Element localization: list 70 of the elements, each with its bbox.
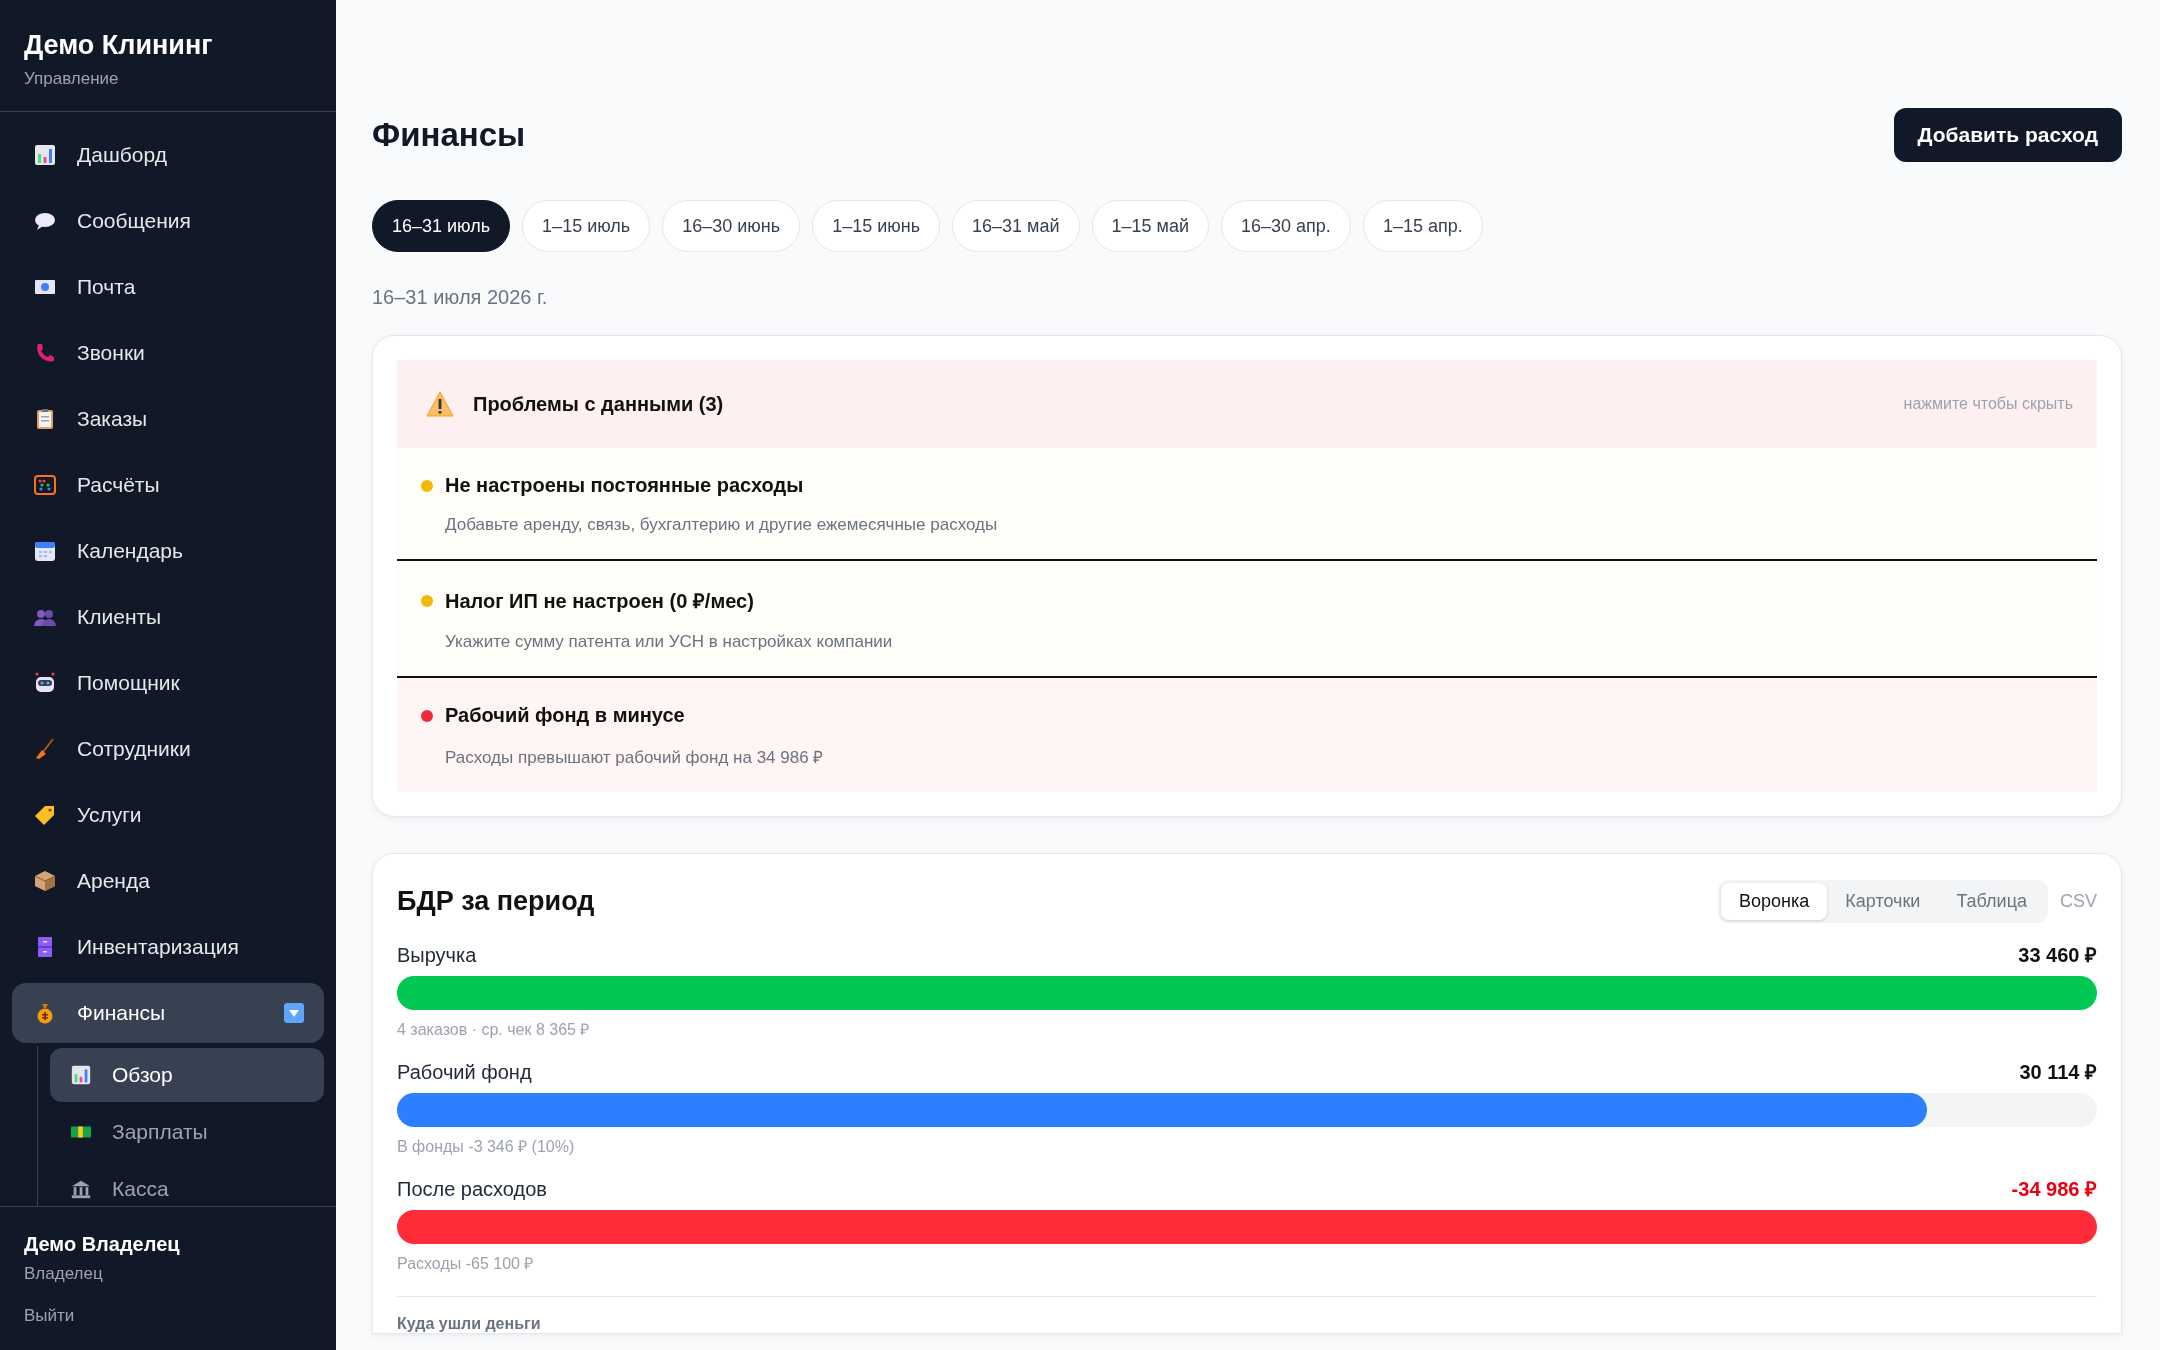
metric-label: Выручка xyxy=(397,944,477,967)
period-caption: 16–31 июля 2026 г. xyxy=(372,286,549,309)
sidebar-item[interactable]: Календарь xyxy=(12,518,324,584)
abacus-icon xyxy=(33,473,57,497)
metric-value: -34 986 ₽ xyxy=(2011,1177,2097,1202)
sidebar-item[interactable]: Заказы xyxy=(12,386,324,452)
status-dot xyxy=(421,709,433,722)
user-name: Демо Владелец xyxy=(24,1233,181,1256)
metric-note: 4 заказов · ср. чек 8 365 ₽ xyxy=(397,1020,591,1040)
issue-description: Укажите сумму патента или УСН в настройках компании xyxy=(445,632,894,652)
metric-note: Расходы -65 100 ₽ xyxy=(397,1254,535,1274)
page-title: Финансы xyxy=(372,116,526,154)
broom-icon xyxy=(33,737,57,761)
issues-title: Проблемы с данными (3) xyxy=(473,392,725,416)
issues-header[interactable]: Проблемы с данными (3) нажмите чтобы скрыть xyxy=(397,360,2097,448)
chart-icon xyxy=(33,143,57,167)
sidebar-item[interactable]: Звонки xyxy=(12,320,324,386)
period-tab[interactable]: 16–30 июнь xyxy=(662,200,801,252)
sidebar-item[interactable]: Почта xyxy=(12,254,324,320)
metric-label: Рабочий фонд xyxy=(397,1061,532,1084)
issue-title: Рабочий фонд в минусе xyxy=(445,704,685,727)
period-tab[interactable]: 16–31 май xyxy=(952,200,1080,252)
warning-icon xyxy=(425,390,455,418)
add-expense-button[interactable]: Добавить расход xyxy=(1893,108,2122,162)
sidebar-item[interactable]: Сотрудники xyxy=(12,716,324,782)
status-dot xyxy=(421,594,433,607)
chart-icon xyxy=(70,1064,92,1086)
hide-hint: нажмите чтобы скрыть xyxy=(1903,395,2073,413)
view-tab[interactable]: Таблица xyxy=(1938,883,2045,920)
period-tab[interactable]: 1–15 июнь xyxy=(812,200,941,252)
view-tab[interactable]: Воронка xyxy=(1721,883,1828,920)
app-title: Демо Клининг xyxy=(24,30,214,61)
box-icon xyxy=(33,869,57,893)
user-role: Владелец xyxy=(24,1264,104,1284)
sidebar-item[interactable]: Помощник xyxy=(12,650,324,716)
metric-note: В фонды -3 346 ₽ (10%) xyxy=(397,1137,576,1157)
calendar-icon xyxy=(33,539,57,563)
period-tab[interactable]: 16–31 июль xyxy=(372,200,511,252)
section-title: БДР за период xyxy=(397,886,595,917)
period-tab[interactable]: 16–30 апр. xyxy=(1221,200,1351,252)
sidebar-item[interactable]: Аренда xyxy=(12,848,324,914)
subsection-title: Куда ушли деньги xyxy=(397,1315,542,1333)
sidebar-item[interactable]: Клиенты xyxy=(12,584,324,650)
issue-description: Добавьте аренду, связь, бухгалтерию и другие ежемесячные расходы xyxy=(445,515,999,535)
sidebar-subitem[interactable]: Зарплаты xyxy=(50,1105,324,1159)
sidebar-subitem[interactable]: Касса xyxy=(50,1162,324,1206)
period-tab[interactable]: 1–15 апр. xyxy=(1362,200,1483,252)
issue-title: Налог ИП не настроен (0 ₽/мес) xyxy=(445,589,754,614)
metric-label: После расходов xyxy=(397,1178,547,1201)
logout-link[interactable]: Выйти xyxy=(24,1306,75,1326)
issue-description: Расходы превышают рабочий фонд на 34 986 ₽ xyxy=(445,747,825,768)
sidebar-item[interactable]: Сообщения xyxy=(12,188,324,254)
issue-title: Не настроены постоянные расходы xyxy=(445,474,804,497)
sidebar-item[interactable]: Расчёты xyxy=(12,452,324,518)
period-tab[interactable]: 1–15 май xyxy=(1091,200,1210,252)
bank-icon xyxy=(70,1178,92,1200)
metric-value: 30 114 ₽ xyxy=(2019,1060,2097,1085)
robot-icon xyxy=(33,671,57,695)
tag-icon xyxy=(33,803,57,827)
app-subtitle: Управление xyxy=(24,69,120,89)
metric-value: 33 460 ₽ xyxy=(2018,943,2097,968)
collapse-icon[interactable] xyxy=(284,1003,304,1023)
view-tab[interactable]: Карточки xyxy=(1827,883,1939,920)
sidebar-item[interactable]: Услуги xyxy=(12,782,324,848)
sidebar-item[interactable]: Дашборд xyxy=(12,122,324,188)
sidebar-item[interactable]: Финансы xyxy=(12,983,324,1043)
period-tab[interactable]: 1–15 июль xyxy=(522,200,651,252)
status-dot xyxy=(421,479,433,492)
sidebar-item[interactable]: Инвентаризация xyxy=(12,914,324,980)
sidebar-subitem[interactable]: Обзор xyxy=(50,1048,324,1102)
